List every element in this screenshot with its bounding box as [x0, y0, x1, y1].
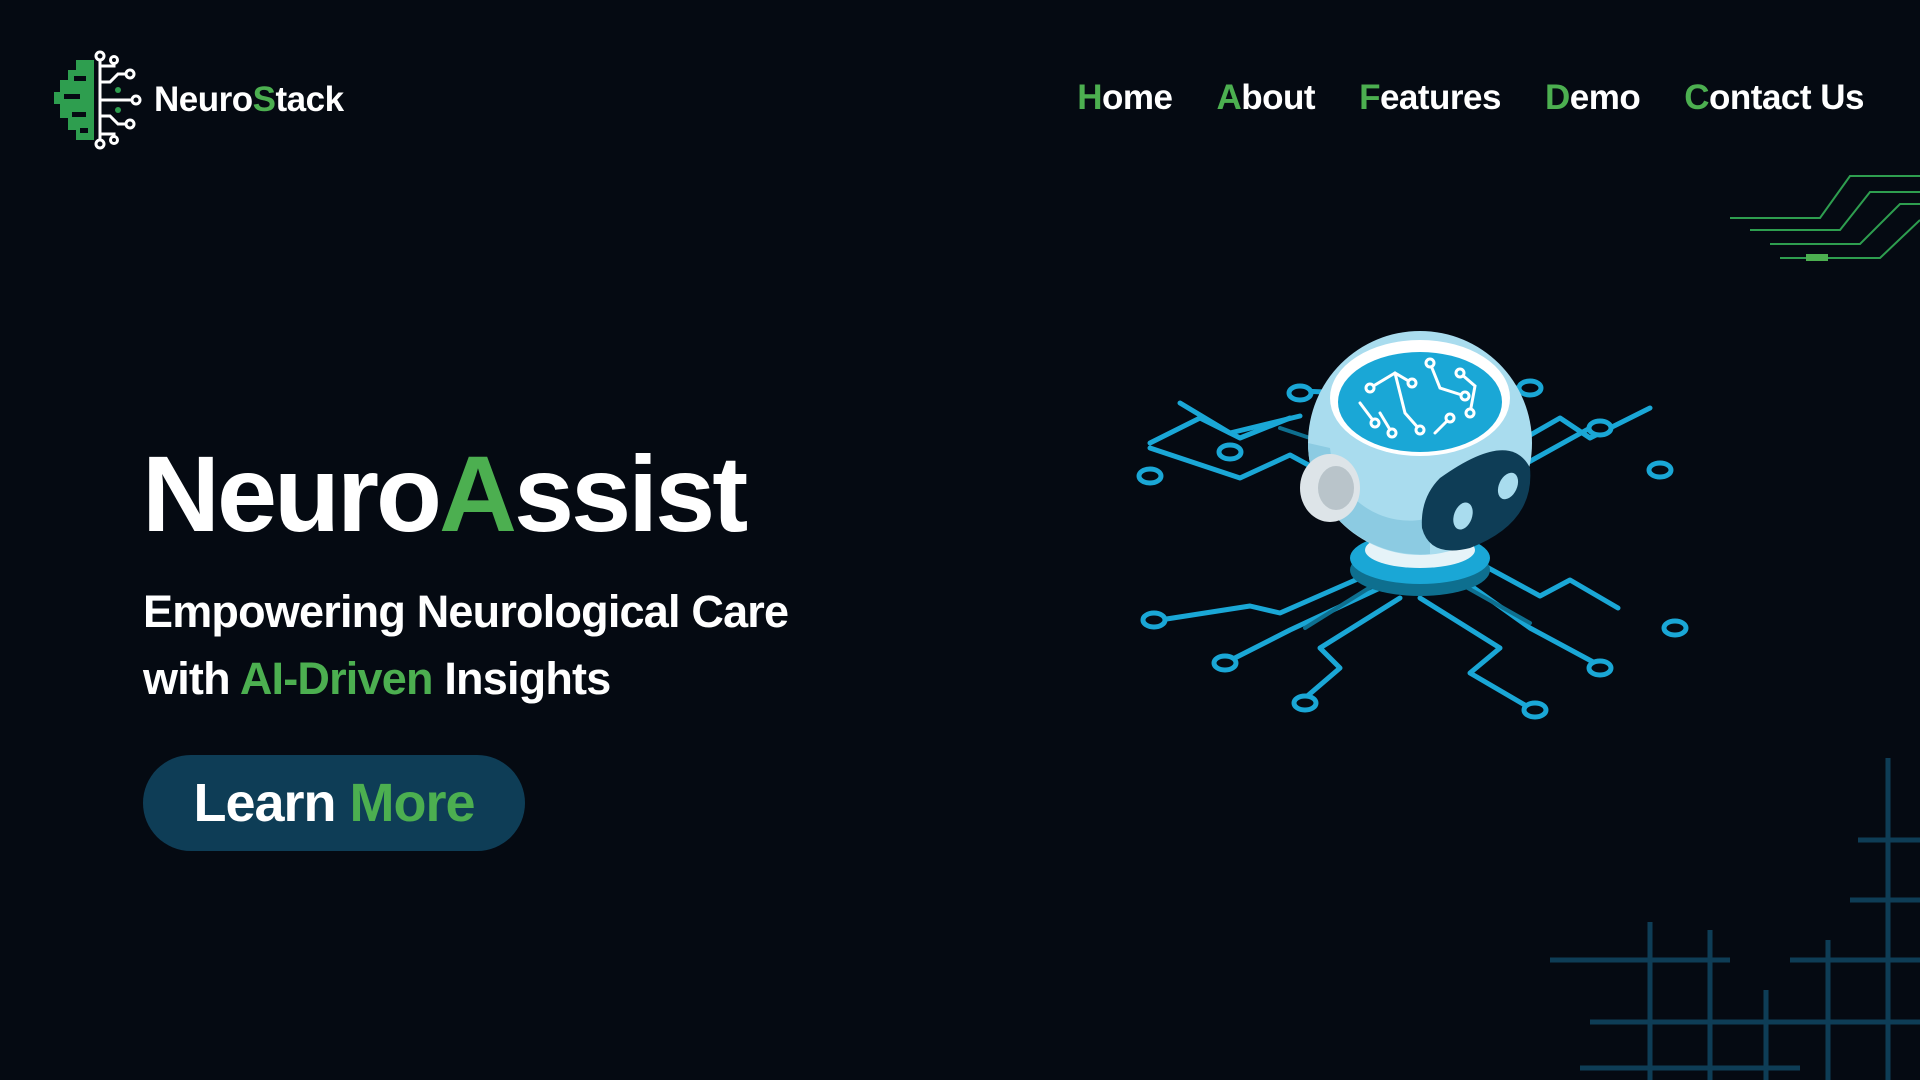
brand-logo[interactable]: NeuroStack [46, 50, 344, 150]
circuit-lines-decoration [1730, 175, 1920, 261]
nav-contact-us[interactable]: Contact Us [1684, 78, 1864, 118]
main-nav: Home About Features Demo Contact Us [1077, 78, 1864, 118]
brand-name: NeuroStack [154, 80, 344, 119]
brain-circuit-icon [54, 50, 142, 150]
hero-title: NeuroAssist [142, 433, 748, 554]
learn-more-button[interactable]: Learn More [143, 755, 525, 851]
nav-home[interactable]: Home [1077, 78, 1173, 118]
robot-brain-circuit-icon [1136, 331, 1689, 720]
landing-page: NeuroStack Home About Features Demo Cont… [0, 0, 1920, 1080]
nav-demo[interactable]: Demo [1545, 78, 1641, 118]
nav-about[interactable]: About [1217, 78, 1316, 118]
nav-features[interactable]: Features [1359, 78, 1501, 118]
grid-lines-decoration [1550, 758, 1920, 1080]
hero-subtitle: Empowering Neurological Care with AI-Driv… [143, 586, 789, 704]
